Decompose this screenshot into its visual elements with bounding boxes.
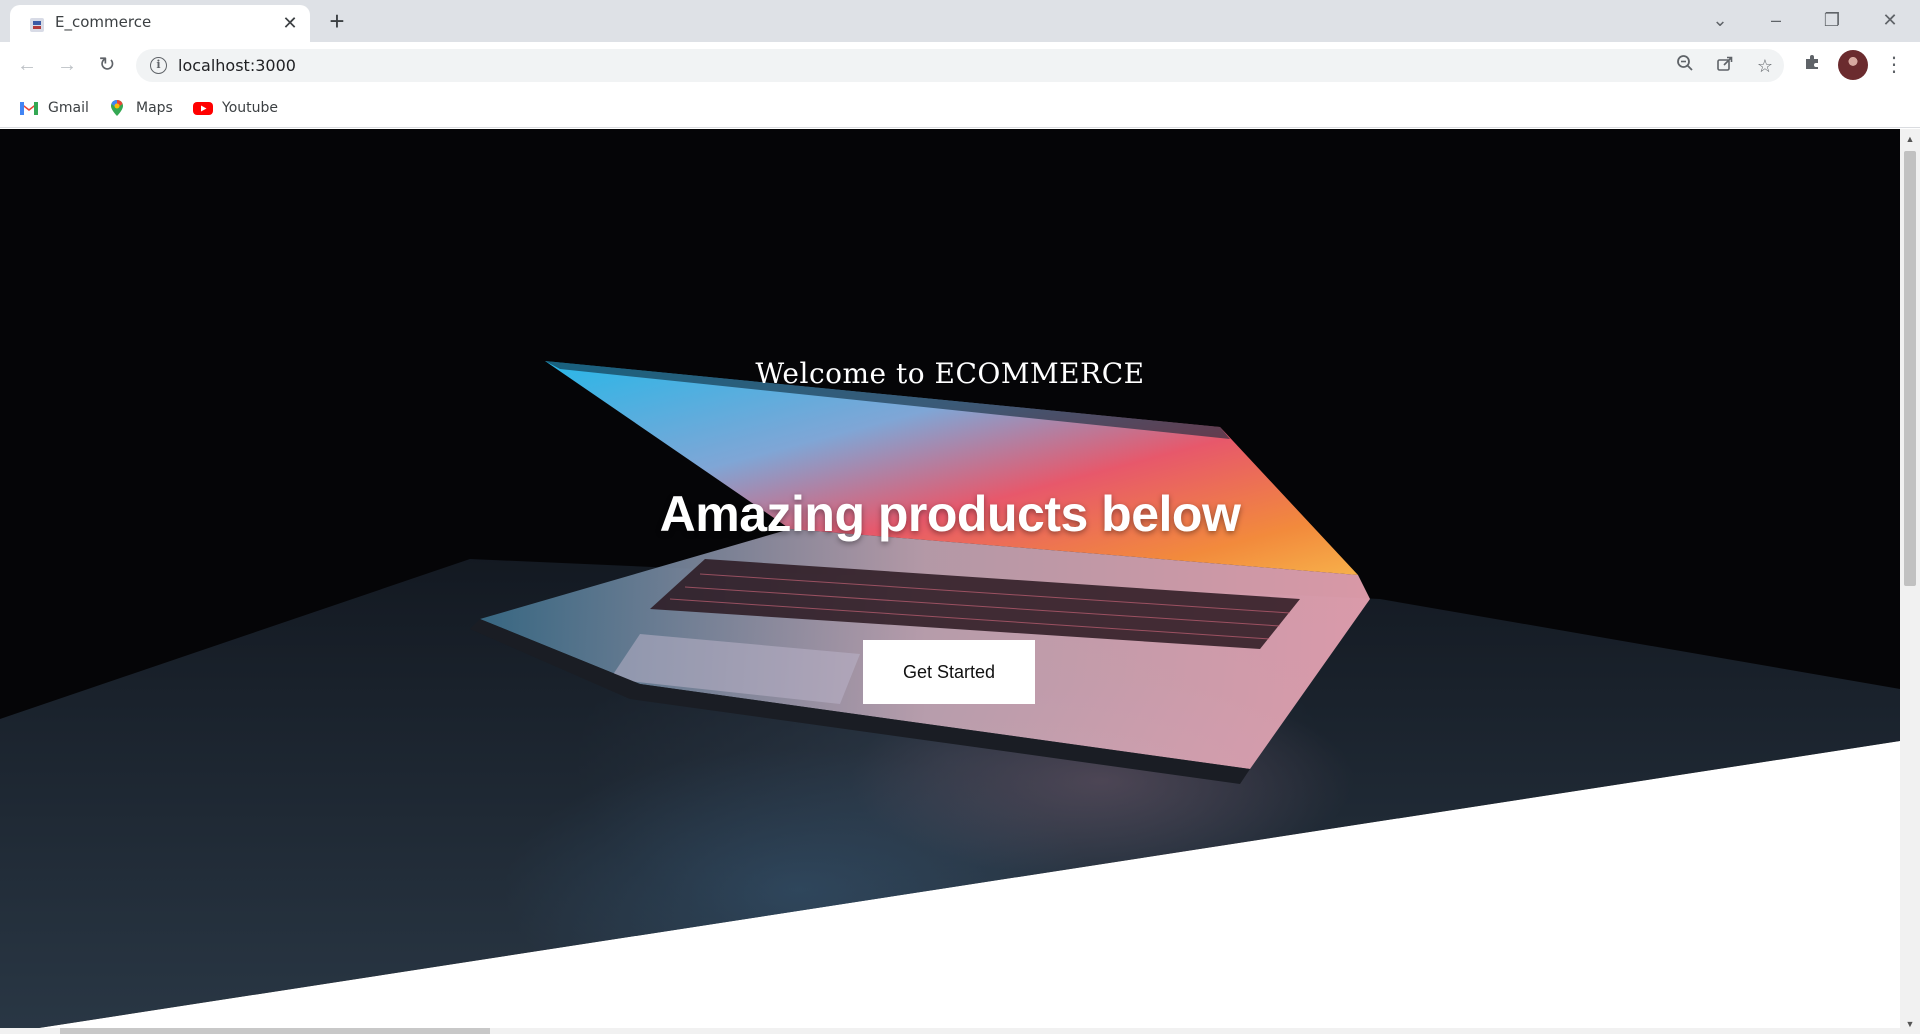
bookmark-maps[interactable]: Maps xyxy=(106,96,173,120)
hero-headline: Amazing products below xyxy=(659,486,1241,542)
new-tab-button[interactable]: + xyxy=(323,8,351,36)
hero-section: Welcome to ECOMMERCE Amazing products be… xyxy=(0,129,1900,1034)
url-text[interactable]: localhost:3000 xyxy=(178,56,296,75)
bookmark-label: Maps xyxy=(136,100,173,116)
page-viewport: Welcome to ECOMMERCE Amazing products be… xyxy=(0,129,1900,1034)
bookmark-gmail[interactable]: Gmail xyxy=(18,96,89,120)
browser-tab[interactable]: E_commerce ✕ xyxy=(10,5,310,42)
bookmark-youtube[interactable]: Youtube xyxy=(192,96,278,120)
address-bar[interactable]: i localhost:3000 ☆ xyxy=(136,49,1784,82)
share-icon[interactable] xyxy=(1712,53,1738,79)
close-window-button[interactable]: ✕ xyxy=(1870,6,1910,34)
tab-search-icon[interactable]: ⌄ xyxy=(1700,6,1740,34)
welcome-text: Welcome to ECOMMERCE xyxy=(755,357,1145,390)
tab-title: E_commerce xyxy=(55,13,152,31)
horizontal-scrollbar[interactable] xyxy=(0,1028,1900,1034)
scroll-down-arrow-icon[interactable]: ▼ xyxy=(1904,1018,1916,1030)
reload-button[interactable]: ↻ xyxy=(92,50,122,80)
site-info-icon[interactable]: i xyxy=(150,57,167,74)
horizontal-scrollbar-thumb[interactable] xyxy=(60,1028,490,1034)
bookmark-star-icon[interactable]: ☆ xyxy=(1752,53,1778,79)
profile-avatar[interactable] xyxy=(1838,50,1868,80)
extensions-icon[interactable] xyxy=(1798,51,1826,79)
bookmarks-bar: Gmail Maps Youtube xyxy=(0,88,1920,128)
tab-strip: E_commerce ✕ + ⌄ – ❐ ✕ xyxy=(0,0,1920,42)
get-started-button[interactable]: Get Started xyxy=(863,640,1035,704)
scrollbar-thumb[interactable] xyxy=(1904,151,1916,586)
browser-toolbar: ← → ↻ i localhost:3000 ☆ ⋮ xyxy=(0,42,1920,88)
browser-menu-icon[interactable]: ⋮ xyxy=(1880,51,1908,79)
back-button[interactable]: ← xyxy=(12,50,42,80)
laptop-hero-image xyxy=(0,361,1900,1034)
tab-close-icon[interactable]: ✕ xyxy=(280,13,300,33)
youtube-icon xyxy=(193,102,213,115)
zoom-icon[interactable] xyxy=(1672,53,1698,79)
bookmark-label: Youtube xyxy=(222,100,278,116)
forward-button[interactable]: → xyxy=(52,50,82,80)
minimize-button[interactable]: – xyxy=(1756,6,1796,34)
vertical-scrollbar[interactable]: ▲ ▼ xyxy=(1900,129,1920,1034)
gmail-icon xyxy=(20,102,38,115)
scroll-up-arrow-icon[interactable]: ▲ xyxy=(1904,133,1916,145)
site-favicon-icon xyxy=(30,18,44,32)
bookmark-label: Gmail xyxy=(48,100,89,116)
restore-button[interactable]: ❐ xyxy=(1812,6,1852,34)
maps-icon xyxy=(111,100,123,116)
